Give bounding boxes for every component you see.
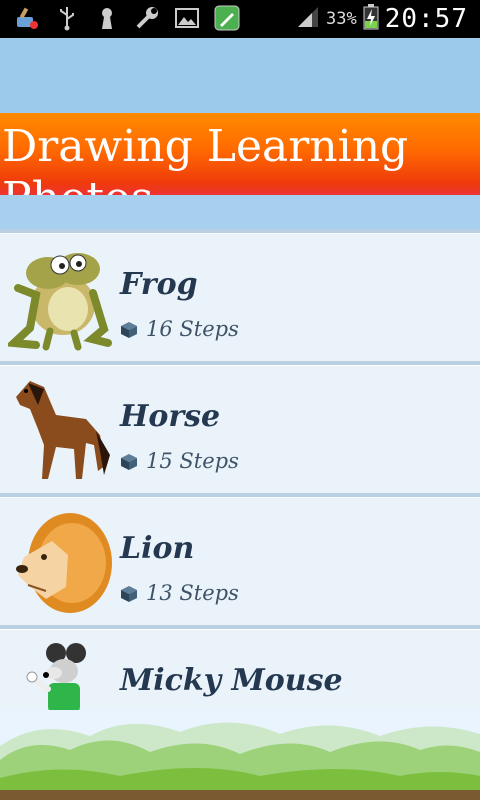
item-name: Micky Mouse <box>120 663 343 698</box>
item-steps: 15 Steps <box>120 449 239 473</box>
gallery-icon <box>174 5 200 31</box>
list-item-lion[interactable]: Lion 13 Steps <box>0 493 480 629</box>
battery-percent: 33% <box>326 9 357 29</box>
item-steps: 16 Steps <box>120 317 239 341</box>
item-steps-label: 16 Steps <box>146 317 239 341</box>
header-spacer <box>0 38 480 113</box>
edit-app-icon <box>214 5 240 31</box>
list-item-horse[interactable]: Horse 15 Steps <box>0 361 480 497</box>
item-steps-label: 13 Steps <box>146 581 239 605</box>
mickey-mouse-image <box>8 639 112 713</box>
horse-image <box>8 375 112 485</box>
status-bar: 33% 20:57 <box>0 0 480 38</box>
header-divider <box>0 195 480 229</box>
lion-image <box>8 507 112 617</box>
list-item-micky-mouse[interactable]: Micky Mouse <box>0 625 480 713</box>
item-name: Horse <box>120 399 221 434</box>
clock: 20:57 <box>384 4 468 34</box>
box-icon <box>120 452 138 470</box>
keyhole-icon <box>94 5 120 31</box>
wrench-icon <box>134 5 160 31</box>
cleaner-app-icon <box>14 5 40 31</box>
page-title: Drawing Learning Photos <box>2 121 409 195</box>
item-steps: 13 Steps <box>120 581 239 605</box>
battery-charging-icon <box>363 4 379 34</box>
item-steps-label: 15 Steps <box>146 449 239 473</box>
list-item-frog[interactable]: Frog 16 Steps <box>0 229 480 365</box>
drawing-list[interactable]: Frog 16 Steps Horse 15 Steps Lion 13 Ste… <box>0 229 480 713</box>
notification-icons <box>14 5 240 31</box>
title-banner: Drawing Learning Photos <box>0 113 480 195</box>
box-icon <box>120 320 138 338</box>
item-name: Lion <box>120 531 195 566</box>
frog-image <box>4 243 112 353</box>
landscape-footer <box>0 710 480 800</box>
usb-icon <box>54 5 80 31</box>
box-icon <box>120 584 138 602</box>
item-name: Frog <box>120 267 198 302</box>
signal-icon <box>296 5 320 33</box>
